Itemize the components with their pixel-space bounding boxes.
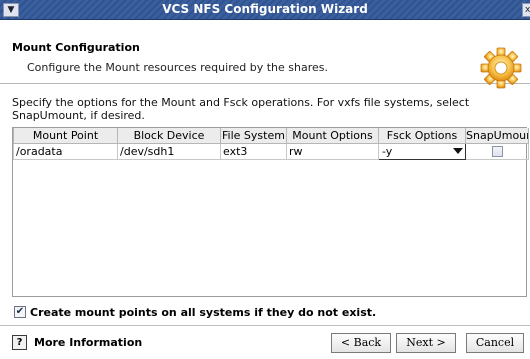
help-icon[interactable]: ? xyxy=(12,335,27,350)
dropdown-arrow-icon[interactable] xyxy=(453,147,463,154)
wizard-footer: ? More Information < Back Next > Cancel xyxy=(0,325,530,359)
gear-icon xyxy=(480,47,522,89)
column-header-fsck-options[interactable]: Fsck Options xyxy=(378,128,466,144)
close-button[interactable]: x xyxy=(522,3,530,17)
column-header-mount-point[interactable]: Mount Point xyxy=(13,128,118,144)
fsck-options-dropdown[interactable]: -y xyxy=(378,142,466,160)
window-title: VCS NFS Configuration Wizard xyxy=(162,2,368,16)
cancel-button[interactable]: Cancel xyxy=(466,333,524,353)
cell-snapumount xyxy=(465,142,529,160)
title-bar: ▼ VCS NFS Configuration Wizard x xyxy=(0,0,530,20)
page-subtitle: Configure the Mount resources required b… xyxy=(27,61,328,74)
cell-block-device[interactable]: /dev/sdh1 xyxy=(117,142,221,160)
next-button[interactable]: Next > xyxy=(396,333,456,353)
page-title: Mount Configuration xyxy=(12,41,140,54)
back-button[interactable]: < Back xyxy=(331,333,391,353)
table-row[interactable]: /oradata /dev/sdh1 ext3 rw -y xyxy=(13,142,529,160)
fsck-options-value: -y xyxy=(382,144,393,158)
snapumount-checkbox[interactable] xyxy=(491,146,503,157)
mount-table: Mount Point Block Device File System Mou… xyxy=(12,127,529,297)
create-mount-points-label[interactable]: Create mount points on all systems if th… xyxy=(30,306,376,319)
column-header-block-device[interactable]: Block Device xyxy=(117,128,221,144)
create-mount-points-checkbox[interactable]: ✔ xyxy=(14,306,26,318)
column-header-snapumount[interactable]: SnapUmount xyxy=(465,128,529,144)
wizard-header: Mount Configuration Configure the Mount … xyxy=(0,21,530,89)
column-header-file-system[interactable]: File System xyxy=(220,128,287,144)
column-header-mount-options[interactable]: Mount Options xyxy=(286,128,379,144)
instructions-text: Specify the options for the Mount and Fs… xyxy=(12,96,470,122)
cell-mount-point[interactable]: /oradata xyxy=(13,142,118,160)
cell-file-system[interactable]: ext3 xyxy=(220,142,287,160)
cell-mount-options[interactable]: rw xyxy=(286,142,379,160)
more-information-link[interactable]: More Information xyxy=(34,336,142,349)
table-header-row: Mount Point Block Device File System Mou… xyxy=(13,128,529,144)
